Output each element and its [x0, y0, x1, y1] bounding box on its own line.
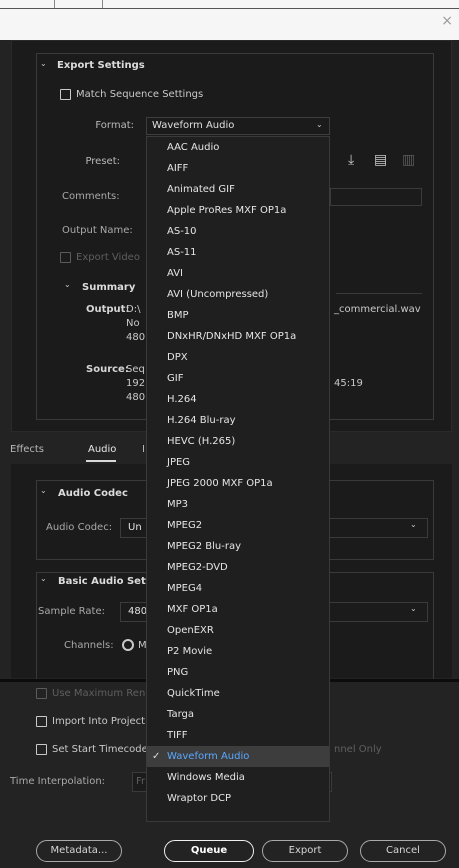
format-dropdown-list: AAC Audio AIFF Animated GIF Apple ProRes MX…	[146, 136, 330, 822]
format-option[interactable]: BMP	[147, 305, 329, 326]
set-start-timecode-label: Set Start Timecode	[52, 744, 148, 755]
basic-audio-heading: Basic Audio Setti	[58, 576, 154, 587]
format-label: Format:	[95, 120, 134, 131]
format-option[interactable]: AVI (Uncompressed)	[147, 284, 329, 305]
format-option[interactable]: MPEG4	[147, 578, 329, 599]
format-option[interactable]: MXF OP1a	[147, 599, 329, 620]
comments-label: Comments:	[62, 191, 120, 202]
metadata-button[interactable]: Metadata...	[36, 840, 122, 862]
format-option[interactable]: DPX	[147, 347, 329, 368]
import-preset-icon[interactable]: ⤓	[348, 152, 354, 168]
export-button[interactable]: Export	[262, 840, 348, 862]
chevron-down-icon[interactable]: ⌄	[40, 486, 47, 495]
checkmark-icon: ✓	[152, 751, 161, 762]
queue-button[interactable]: Queue	[164, 840, 254, 862]
format-option[interactable]: HEVC (H.265)	[147, 431, 329, 452]
format-option-label: Waveform Audio	[167, 751, 250, 762]
format-option[interactable]: MPEG2	[147, 515, 329, 536]
format-option[interactable]: Apple ProRes MXF OP1a	[147, 200, 329, 221]
format-option[interactable]: QuickTime	[147, 683, 329, 704]
use-max-render-checkbox[interactable]	[36, 688, 47, 699]
save-preset-icon[interactable]: ▤	[374, 152, 387, 168]
title-bar-tick	[54, 0, 55, 8]
audio-codec-label: Audio Codec:	[46, 522, 113, 533]
summary-divider	[336, 293, 422, 294]
format-option[interactable]: MPEG2 Blu-ray	[147, 536, 329, 557]
chevron-down-icon[interactable]: ⌄	[316, 120, 323, 129]
close-icon[interactable]: ×	[441, 14, 453, 28]
sample-rate-value: 480	[128, 606, 148, 617]
channels-label: Channels:	[64, 640, 114, 651]
format-option[interactable]: H.264 Blu-ray	[147, 410, 329, 431]
audio-codec-heading: Audio Codec	[58, 488, 128, 499]
output-detail-2: 480	[126, 332, 146, 343]
format-option[interactable]: AVI	[147, 263, 329, 284]
format-option[interactable]: AAC Audio	[147, 137, 329, 158]
source-detail-2: 480	[126, 392, 146, 403]
format-option[interactable]: OpenEXR	[147, 620, 329, 641]
import-into-project-checkbox[interactable]	[36, 716, 47, 727]
output-label: Output:	[86, 304, 130, 315]
format-option[interactable]: DNxHR/DNxHD MXF OP1a	[147, 326, 329, 347]
format-selected-value: Waveform Audio	[152, 120, 235, 131]
import-into-project-label: Import Into Project	[52, 716, 146, 727]
active-tab-indicator	[86, 460, 116, 462]
format-option[interactable]: AS-10	[147, 221, 329, 242]
set-start-timecode-checkbox[interactable]	[36, 744, 47, 755]
format-option[interactable]: TIFF	[147, 725, 329, 746]
source-detail-1: 192	[126, 378, 146, 389]
cancel-button[interactable]: Cancel	[360, 840, 446, 862]
format-option[interactable]: AIFF	[147, 158, 329, 179]
format-option[interactable]: JPEG	[147, 452, 329, 473]
tab-effects[interactable]: Effects	[10, 444, 44, 455]
format-option[interactable]: P2 Movie	[147, 641, 329, 662]
export-settings-heading: Export Settings	[57, 60, 145, 71]
match-sequence-checkbox[interactable]	[60, 89, 71, 100]
format-option[interactable]: Wraptor DCP	[147, 788, 329, 809]
format-option[interactable]: Targa	[147, 704, 329, 725]
chevron-down-icon[interactable]: ⌄	[410, 604, 417, 613]
format-option[interactable]: H.264	[147, 389, 329, 410]
chevron-down-icon[interactable]: ⌄	[64, 280, 71, 289]
channel-only-label: nnel Only	[334, 744, 382, 755]
delete-preset-icon[interactable]: ▥	[402, 152, 415, 168]
title-bar-edge	[0, 8, 459, 9]
export-video-checkbox[interactable]	[60, 252, 71, 263]
format-option[interactable]: GIF	[147, 368, 329, 389]
tab-audio[interactable]: Audio	[88, 444, 116, 455]
output-path-tail: _commercial.wav	[334, 304, 421, 315]
use-max-render-label: Use Maximum Ren	[52, 688, 146, 699]
output-detail-1: No	[126, 318, 140, 329]
format-option[interactable]: PNG	[147, 662, 329, 683]
audio-codec-value: Un	[128, 522, 142, 533]
source-label: Source:	[86, 364, 129, 375]
channels-radio[interactable]	[122, 639, 134, 651]
tab-partial[interactable]: I	[142, 444, 145, 455]
output-path: D:\	[126, 304, 141, 315]
title-bar-tick	[102, 0, 103, 8]
time-interpolation-value: Fr	[136, 776, 146, 787]
chevron-down-icon[interactable]: ⌄	[410, 520, 417, 529]
format-option[interactable]: Animated GIF	[147, 179, 329, 200]
format-option[interactable]: MP3	[147, 494, 329, 515]
format-option[interactable]: Windows Media	[147, 767, 329, 788]
format-option[interactable]: MPEG2-DVD	[147, 557, 329, 578]
preset-label: Preset:	[85, 156, 120, 167]
export-video-label: Export Video	[76, 252, 140, 263]
comments-input[interactable]	[330, 188, 422, 206]
format-option[interactable]: AS-11	[147, 242, 329, 263]
format-option[interactable]: ✓ Waveform Audio	[147, 746, 329, 767]
title-bar: ×	[0, 0, 459, 40]
chevron-down-icon[interactable]: ⌄	[40, 574, 47, 583]
match-sequence-label: Match Sequence Settings	[76, 89, 204, 100]
sample-rate-label: Sample Rate:	[38, 606, 105, 617]
source-detail-1-tail: 45:19	[334, 378, 363, 389]
time-interpolation-label: Time Interpolation:	[10, 776, 106, 787]
format-option[interactable]: JPEG 2000 MXF OP1a	[147, 473, 329, 494]
source-name: Seq	[126, 364, 145, 375]
chevron-down-icon[interactable]: ⌄	[40, 59, 47, 68]
summary-heading: Summary	[82, 282, 136, 293]
output-name-label: Output Name:	[62, 225, 133, 236]
